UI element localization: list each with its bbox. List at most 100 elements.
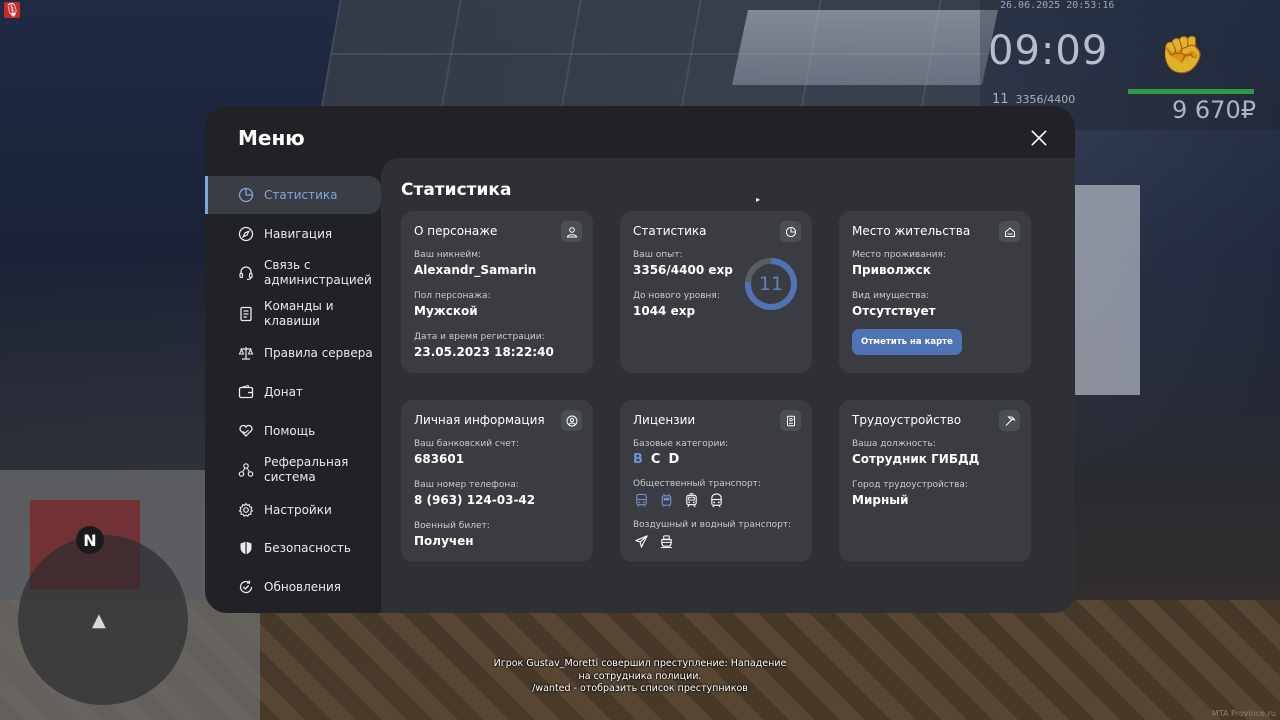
- nickname-value: Alexandr_Samarin: [414, 263, 537, 277]
- background-monitor: [1070, 185, 1140, 395]
- bank-value: 683601: [414, 452, 465, 466]
- card-title: Трудоустройство: [852, 413, 962, 427]
- background-light: [732, 10, 998, 85]
- player-arrow-icon: ▲: [92, 610, 106, 631]
- phone-label: Ваш номер телефона:: [414, 480, 519, 490]
- position-value: Сотрудник ГИБДД: [852, 452, 980, 466]
- mouse-cursor-icon: ▸: [756, 195, 761, 204]
- card-residence: Место жительства Место проживания: Приво…: [839, 211, 1031, 373]
- trolleybus-icon: [658, 492, 674, 508]
- work-city-value: Мирный: [852, 493, 909, 507]
- compass-icon: [238, 226, 254, 242]
- close-button[interactable]: [1027, 126, 1051, 150]
- pie-chart-icon: [780, 221, 801, 242]
- hud-money: 9 670₽: [1172, 96, 1256, 124]
- gender-value: Мужской: [414, 304, 478, 318]
- military-label: Военный билет:: [414, 521, 490, 531]
- chat-line: /wanted - отобразить список преступников: [532, 683, 748, 694]
- air-water-transport-label: Воздушный и водный транспорт:: [633, 520, 792, 530]
- plane-icon: [633, 533, 649, 549]
- sidebar-item-label: Статистика: [264, 188, 338, 202]
- place-value: Приволжск: [852, 263, 931, 277]
- license-category-b: B: [633, 452, 643, 467]
- user-circle-icon: [561, 410, 582, 431]
- card-personal-info: Личная информация Ваш банковский счет: 6…: [401, 400, 593, 562]
- boat-icon: [658, 533, 674, 549]
- air-water-transport-icons: [633, 533, 799, 549]
- sidebar-item-label: Команды и клавиши: [264, 298, 334, 328]
- menu-window: Меню Статистика Навигация Связь с админи…: [205, 106, 1075, 613]
- sidebar-item-label: Правила сервера: [264, 346, 373, 361]
- sidebar-item-label: Обновления: [264, 579, 342, 594]
- card-licenses: Лицензии Базовые категории: B C D Общест…: [620, 400, 812, 562]
- network-icon: [238, 462, 254, 478]
- level-number: 11: [758, 273, 784, 295]
- minimap-north: N: [76, 526, 104, 554]
- close-icon: [1031, 130, 1047, 146]
- check-refresh-icon: [238, 579, 254, 595]
- sidebar-item-commands[interactable]: Команды и клавиши: [205, 294, 381, 334]
- card-character: О персонаже Ваш никнейм: Alexandr_Samari…: [401, 211, 593, 373]
- sidebar-item-updates[interactable]: Обновления: [205, 568, 381, 606]
- content-panel: Статистика О персонаже Ваш никнейм: Alex…: [381, 158, 1075, 613]
- card-title: Лицензии: [633, 413, 696, 427]
- registration-value: 23.05.2023 18:22:40: [414, 345, 554, 359]
- military-value: Получен: [414, 534, 474, 548]
- tram-icon: [683, 492, 699, 508]
- sidebar-item-donate[interactable]: Донат: [205, 373, 381, 411]
- registration-label: Дата и время регистрации:: [414, 332, 545, 342]
- wallet-icon: [238, 384, 254, 400]
- document-list-icon: [238, 306, 254, 322]
- sidebar-item-rules[interactable]: Правила сервера: [205, 334, 381, 372]
- pie-chart-icon: [238, 187, 254, 203]
- license-categories: B C D: [633, 452, 799, 467]
- sidebar-item-help[interactable]: Помощь: [205, 412, 381, 450]
- gear-icon: [238, 502, 254, 518]
- sidebar-item-label: Настройки: [264, 502, 332, 517]
- card-title: Статистика: [633, 224, 707, 238]
- sidebar-item-contact-admin[interactable]: Связь с администрацией: [205, 253, 381, 293]
- shield-icon: [238, 540, 254, 556]
- headset-icon: [238, 265, 254, 281]
- card-title: Личная информация: [414, 413, 545, 427]
- card-statistics: Статистика Ваш опыт: 3356/4400 exp До но…: [620, 211, 812, 373]
- card-employment: Трудоустройство Ваша должность: Сотрудни…: [839, 400, 1031, 562]
- hud-clock: 09:09: [988, 28, 1109, 74]
- sidebar-item-label: Навигация: [264, 226, 333, 241]
- sidebar-item-label: Реферальная система: [264, 455, 349, 485]
- card-title: О персонаже: [414, 224, 498, 238]
- nickname-label: Ваш никнейм:: [414, 250, 482, 260]
- scales-icon: [238, 345, 254, 361]
- id-badge-icon: [780, 410, 801, 431]
- place-label: Место проживания:: [852, 250, 946, 260]
- user-icon: [561, 221, 582, 242]
- metro-icon: [708, 492, 724, 508]
- microphone-icon: 🎙: [3, 2, 21, 18]
- sidebar-item-referral[interactable]: Реферальная система: [205, 450, 381, 490]
- hud-level-number: 11: [992, 92, 1009, 107]
- public-transport-icons: [633, 492, 799, 508]
- chat-line: на сотрудника полиции.: [578, 670, 702, 682]
- chat-message: Игрок Gustav_Moretti совершил преступлен…: [480, 658, 800, 696]
- bus-icon: [633, 492, 649, 508]
- card-title: Место жительства: [852, 224, 971, 238]
- sidebar: Статистика Навигация Связь с администрац…: [205, 176, 381, 607]
- hud-exp: 3356/4400: [1015, 93, 1076, 106]
- sidebar-item-security[interactable]: Безопасность: [205, 529, 381, 567]
- property-label: Вид имущества:: [852, 291, 930, 301]
- watermark: MTA Province.ru: [1211, 709, 1276, 718]
- chat-line: Игрок Gustav_Moretti совершил преступлен…: [493, 658, 787, 669]
- public-transport-label: Общественный транспорт:: [633, 479, 761, 489]
- sidebar-item-label: Безопасность: [264, 541, 351, 556]
- license-category-d: D: [668, 452, 680, 467]
- menu-title: Меню: [238, 126, 305, 150]
- hud-datetime: 26.06.2025 20:53:16: [1000, 0, 1115, 11]
- sidebar-item-statistics[interactable]: Статистика: [205, 176, 381, 214]
- sidebar-item-settings[interactable]: Настройки: [205, 491, 381, 529]
- bank-label: Ваш банковский счет:: [414, 439, 520, 449]
- sidebar-item-navigation[interactable]: Навигация: [205, 215, 381, 253]
- position-label: Ваша должность:: [852, 439, 936, 449]
- heart-hands-icon: [238, 423, 254, 439]
- page-title: Статистика: [401, 180, 512, 200]
- mark-on-map-button[interactable]: Отметить на карте: [852, 329, 962, 355]
